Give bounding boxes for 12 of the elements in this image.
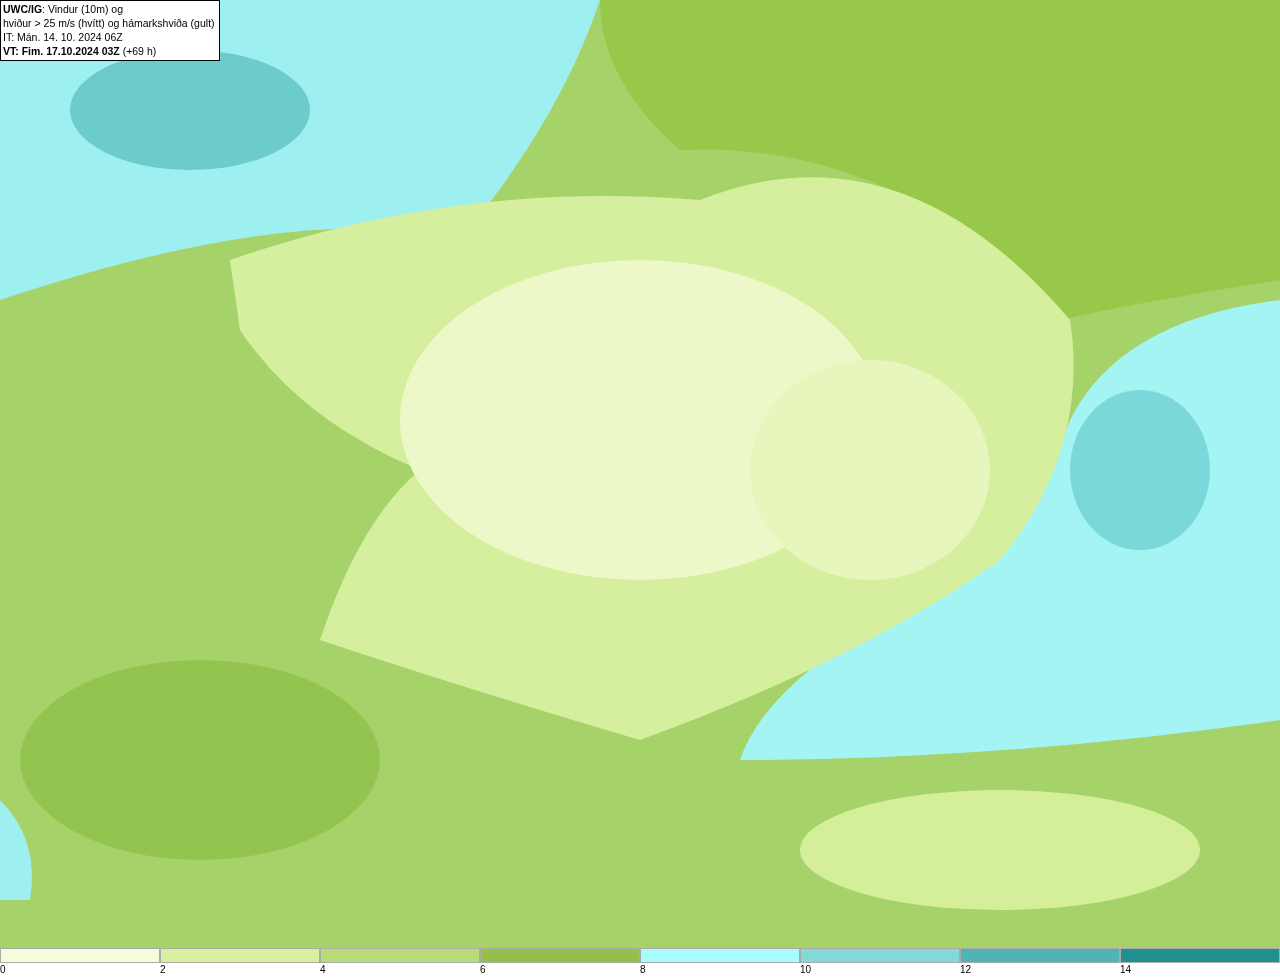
scale-label: 6 bbox=[480, 963, 486, 977]
legend-text: IT: Mán. 14. 10. 2024 06Z bbox=[3, 30, 124, 44]
legend-text: hviður > 25 m/s (hvítt) og hámarkshviða (gult) bbox=[3, 16, 215, 30]
scale-label: 2 bbox=[160, 963, 166, 977]
legend-text: VT: Fim. 17.10.2024 03Z (+69 h) bbox=[3, 44, 158, 58]
scale-label: 10 bbox=[800, 963, 812, 977]
scale-label: 14 bbox=[1120, 963, 1132, 977]
scale-label: 0 bbox=[0, 963, 6, 977]
legend-text: UWC/IG: Vindur (10m) og bbox=[3, 2, 124, 16]
scale-label: 12 bbox=[960, 963, 972, 977]
scale-label: 8 bbox=[640, 963, 646, 977]
scale-label: 4 bbox=[320, 963, 326, 977]
